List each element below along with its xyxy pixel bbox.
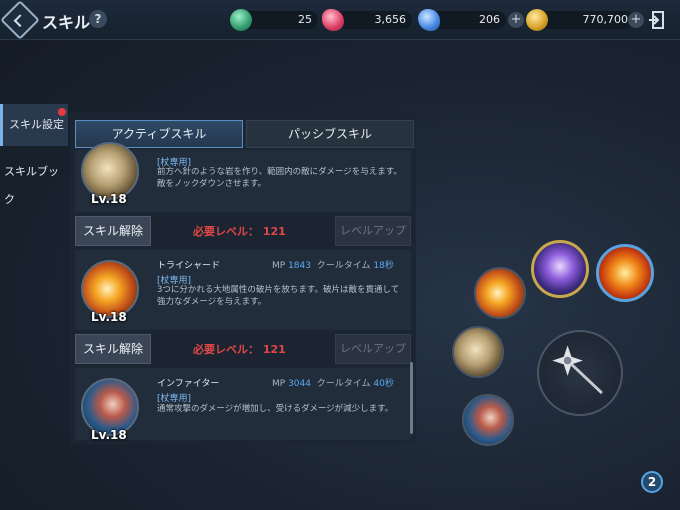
skill-mp-cooldown: MP 3044 クールタイム 40秒 [272, 379, 394, 389]
exit-icon[interactable] [648, 9, 670, 31]
notification-dot [58, 108, 66, 116]
staff-weapon-icon [552, 345, 603, 395]
staff-attack-slot[interactable] [537, 330, 623, 416]
help-button[interactable]: ? [89, 10, 107, 28]
blue-crystal-icon [418, 9, 440, 31]
skill-action-row: スキル解除 必要レベル： 121 レベルアップ [75, 216, 411, 246]
arcane-shard-slot-icon[interactable] [531, 240, 589, 298]
fire-skill-slot-icon[interactable] [596, 244, 654, 302]
green-gem-value: 25 [298, 13, 312, 26]
resource-green-gem: 25 [230, 9, 318, 31]
resource-blue-crystal: 206 [418, 9, 506, 31]
skill-mp-cooldown: MP 1843 クールタイム 18秒 [272, 261, 394, 271]
infighter-slot-icon[interactable] [462, 394, 514, 446]
gold-coin-value: 770,700 [582, 13, 629, 26]
resource-gold-coin: 770,700 [526, 9, 634, 31]
required-level-text: 必要レベル： 121 [193, 343, 286, 356]
blue-crystal-value: 206 [479, 13, 500, 26]
skill-name: トライシャード [157, 261, 221, 271]
skill-level: Lv.18 [91, 428, 127, 442]
back-button[interactable] [0, 0, 40, 40]
skill-level: Lv.18 [91, 192, 127, 206]
level-up-button[interactable]: レベルアップ [335, 334, 411, 364]
page-badge[interactable]: 2 [641, 471, 663, 493]
release-skill-button[interactable]: スキル解除 [75, 216, 151, 246]
scrollbar[interactable] [410, 362, 413, 434]
skill-description-line2: 強力なダメージを与えます。 [157, 297, 267, 307]
red-crystal-value: 3,656 [374, 13, 407, 26]
gold-coin-icon [526, 9, 548, 31]
rock-spike-slot-icon[interactable] [452, 326, 504, 378]
add-blue-crystal-button[interactable]: + [508, 12, 524, 28]
release-skill-button[interactable]: スキル解除 [75, 334, 151, 364]
top-bar: スキル ? 25 3,656 206 + 770,700 + [0, 0, 680, 40]
skill-description-line1: 前方へ針のような岩を作り、範囲内の敵にダメージを与えます。 [157, 167, 402, 177]
skill-description-line2: 敵をノックダウンさせます。 [157, 179, 267, 189]
tri-shard-slot-icon[interactable] [474, 267, 526, 319]
page-title: スキル [42, 13, 91, 32]
side-tab-skill-book[interactable]: スキルブック [0, 158, 68, 206]
level-up-button[interactable]: レベルアップ [335, 216, 411, 246]
skill-action-row: スキル解除 必要レベル： 121 レベルアップ [75, 334, 411, 364]
red-crystal-icon [322, 9, 344, 31]
skill-description-line1: 3つに分かれる大地属性の破片を放ちます。破片は敵を貫通して [157, 285, 400, 295]
required-level-text: 必要レベル： 121 [193, 225, 286, 238]
tab-passive-skills[interactable]: パッシブスキル [246, 120, 414, 148]
skill-level: Lv.18 [91, 310, 127, 324]
resource-red-crystal: 3,656 [322, 9, 412, 31]
green-gem-icon [230, 9, 252, 31]
skill-description-line1: 通常攻撃のダメージが増加し、受けるダメージが減少します。 [157, 404, 394, 414]
skill-name: インファイター [157, 379, 220, 389]
add-gold-button[interactable]: + [628, 12, 644, 28]
